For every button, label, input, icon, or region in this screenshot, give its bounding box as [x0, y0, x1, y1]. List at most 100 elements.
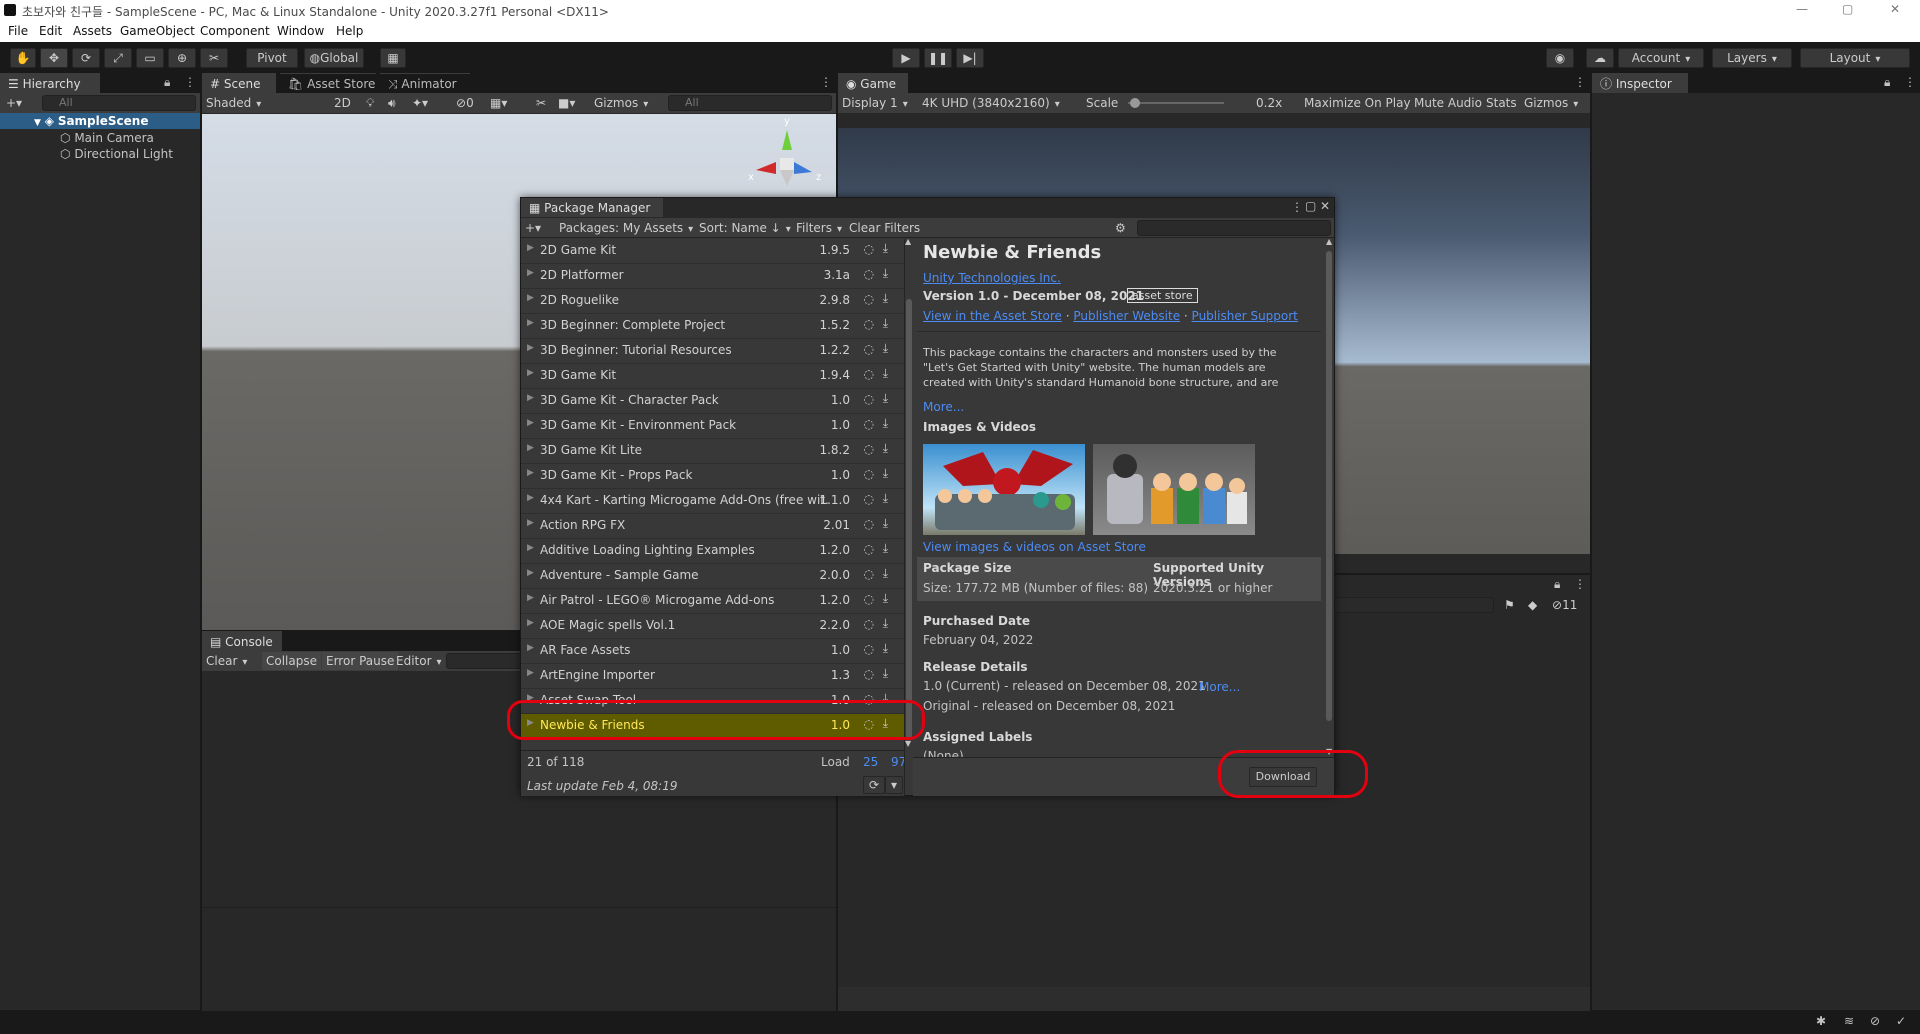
package-list-item[interactable]: ▶ Additive Loading Lighting Examples 1.2.0… — [521, 539, 904, 564]
download-icon[interactable]: ⤓ — [883, 666, 888, 681]
filter-label-icon[interactable]: ◆ — [1528, 596, 1537, 614]
error-pause-toggle[interactable]: Error Pause — [322, 652, 399, 670]
download-icon[interactable]: ⤓ — [883, 291, 888, 306]
expand-arrow-icon[interactable]: ▶ — [527, 543, 534, 553]
display-dropdown[interactable]: Display 1 — [842, 94, 908, 114]
list-item[interactable]: ⬡ Main Camera — [0, 130, 200, 146]
layout-dropdown[interactable]: Layout — [1800, 48, 1910, 68]
expand-arrow-icon[interactable]: ▶ — [527, 293, 534, 303]
close-button[interactable]: ✕ — [1890, 2, 1900, 16]
panel-menu-icon[interactable]: ⋮ — [184, 75, 196, 89]
package-list-item[interactable]: ▶ Adventure - Sample Game 2.0.0 ◌ ⤓ — [521, 564, 904, 589]
transform-tool-button[interactable]: ⊕ — [168, 48, 196, 68]
filter-type-icon[interactable]: ⚑ — [1504, 596, 1515, 614]
layers-dropdown[interactable]: Layers — [1712, 48, 1792, 68]
refresh-button[interactable]: ⟳ — [863, 776, 885, 794]
preview-image[interactable] — [1093, 444, 1255, 535]
package-list-item[interactable]: ▶ AOE Magic spells Vol.1 2.2.0 ◌ ⤓ — [521, 614, 904, 639]
cloud-button[interactable]: ☁ — [1586, 48, 1614, 68]
package-list-item[interactable]: ▶ 2D Roguelike 2.9.8 ◌ ⤓ — [521, 289, 904, 314]
tab-hierarchy[interactable]: ☰ Hierarchy — [0, 73, 100, 93]
scrollbar-thumb[interactable] — [1326, 251, 1332, 721]
package-list-item[interactable]: ▶ AR Face Assets 1.0 ◌ ⤓ — [521, 639, 904, 664]
expand-arrow-icon[interactable]: ▶ — [527, 643, 534, 653]
clear-button[interactable]: Clear — [206, 652, 247, 672]
publisher-link[interactable]: Unity Technologies Inc. — [923, 271, 1061, 285]
download-icon[interactable]: ⤓ — [883, 366, 888, 381]
refresh-options-button[interactable]: ▾ — [885, 776, 903, 794]
download-icon[interactable]: ⤓ — [883, 416, 888, 431]
scene-row[interactable]: ▼ ◈ SampleScene — [0, 113, 200, 129]
scroll-down-arrow[interactable]: ▼ — [905, 739, 911, 748]
maximize-button[interactable]: ▢ — [1842, 2, 1853, 16]
download-icon[interactable]: ⤓ — [883, 516, 888, 531]
expand-arrow-icon[interactable]: ▶ — [527, 668, 534, 678]
download-icon[interactable]: ⤓ — [883, 266, 888, 281]
debug-icon[interactable]: ⊘ — [1870, 1014, 1880, 1028]
clear-filters-button[interactable]: Clear Filters — [849, 219, 920, 237]
expand-arrow-icon[interactable]: ▶ — [527, 593, 534, 603]
packages-scope-dropdown[interactable]: Packages: My Assets — [559, 219, 693, 239]
download-icon[interactable]: ⤓ — [883, 316, 888, 331]
tab-asset-store[interactable]: 🛍︎ Asset Store — [280, 73, 376, 93]
load-25-link[interactable]: 25 — [863, 755, 878, 769]
panel-menu-icon[interactable]: ⋮ — [820, 75, 832, 89]
menu-assets[interactable]: Assets — [73, 24, 112, 38]
tab-console[interactable]: ▤ Console — [202, 631, 282, 651]
filters-dropdown[interactable]: Filters — [796, 219, 842, 239]
add-package-button[interactable]: +▾ — [525, 219, 541, 237]
package-list-item[interactable]: ▶ 2D Game Kit 1.9.5 ◌ ⤓ — [521, 239, 904, 264]
publisher-website-link[interactable]: Publisher Website — [1073, 309, 1180, 323]
audio-icon[interactable]: 🔊︎ — [388, 94, 396, 112]
expand-arrow-icon[interactable]: ▶ — [527, 443, 534, 453]
scale-slider[interactable] — [1128, 98, 1224, 108]
expand-arrow-icon[interactable]: ▶ — [527, 468, 534, 478]
minimize-button[interactable]: — — [1796, 2, 1808, 16]
tab-inspector[interactable]: ⓘ Inspector — [1592, 73, 1688, 93]
scale-slider-thumb[interactable] — [1129, 98, 1140, 108]
download-icon[interactable]: ⤓ — [883, 491, 888, 506]
package-list-item[interactable]: ▶ 3D Game Kit - Character Pack 1.0 ◌ ⤓ — [521, 389, 904, 414]
scene-gizmo-icon[interactable] — [742, 122, 822, 194]
expand-arrow-icon[interactable]: ▶ — [527, 493, 534, 503]
expand-arrow-icon[interactable]: ▶ — [527, 368, 534, 378]
expand-arrow-icon[interactable]: ▶ — [527, 243, 534, 253]
effects-icon[interactable]: ✦▾ — [412, 94, 428, 112]
check-icon[interactable]: ✓ — [1896, 1014, 1906, 1028]
details-scrollbar[interactable]: ▲ ▼ — [1325, 237, 1334, 757]
close-window-icon[interactable]: ✕ — [1320, 199, 1330, 213]
tab-package-manager[interactable]: ▦ Package Manager — [521, 198, 663, 217]
preview-image[interactable] — [923, 444, 1085, 535]
tools-icon[interactable]: ✂ — [536, 94, 546, 112]
lighting-icon[interactable]: 💡︎ — [366, 94, 374, 112]
game-gizmos-dropdown[interactable]: Gizmos — [1524, 94, 1578, 114]
download-icon[interactable]: ⤓ — [883, 391, 888, 406]
panel-menu-icon[interactable]: ⋮ — [1574, 75, 1586, 89]
scrollbar-thumb[interactable] — [906, 299, 912, 739]
package-list-item[interactable]: ▶ Air Patrol - LEGO® Microgame Add-ons 1.2… — [521, 589, 904, 614]
panel-menu-icon[interactable]: ⋮ — [1904, 75, 1916, 89]
package-list-item[interactable]: ▶ 4x4 Kart - Karting Microgame Add-Ons (f… — [521, 489, 904, 514]
publisher-support-link[interactable]: Publisher Support — [1192, 309, 1298, 323]
move-tool-button[interactable]: ✥ — [40, 48, 68, 68]
scroll-up-arrow[interactable]: ▲ — [1326, 237, 1332, 246]
panel-menu-icon[interactable]: ⋮ — [1291, 200, 1303, 214]
stats-toggle[interactable]: Stats — [1486, 94, 1517, 112]
tab-game[interactable]: ◉ Game — [838, 73, 908, 93]
lock-icon[interactable]: 🔒︎ — [164, 75, 170, 90]
custom-tool-button[interactable]: ✂ — [200, 48, 228, 68]
grid-snap-button[interactable]: ▦ — [380, 48, 406, 68]
hidden-packages-toggle[interactable]: ⊘11 — [1552, 596, 1577, 614]
lock-icon[interactable]: 🔒︎ — [1554, 577, 1560, 592]
maximize-window-icon[interactable]: ▢ — [1305, 199, 1316, 213]
expand-arrow-icon[interactable]: ▶ — [527, 618, 534, 628]
step-button[interactable]: ▶| — [956, 48, 984, 68]
package-list-item[interactable]: ▶ 3D Game Kit 1.9.4 ◌ ⤓ — [521, 364, 904, 389]
download-icon[interactable]: ⤓ — [883, 616, 888, 631]
expand-arrow-icon[interactable]: ▶ — [527, 268, 534, 278]
resolution-dropdown[interactable]: 4K UHD (3840x2160) — [922, 94, 1060, 114]
hierarchy-search-input[interactable]: All — [42, 95, 196, 111]
menu-file[interactable]: File — [8, 24, 28, 38]
maximize-on-play-toggle[interactable]: Maximize On Play — [1304, 94, 1411, 112]
play-button[interactable]: ▶ — [892, 48, 920, 68]
